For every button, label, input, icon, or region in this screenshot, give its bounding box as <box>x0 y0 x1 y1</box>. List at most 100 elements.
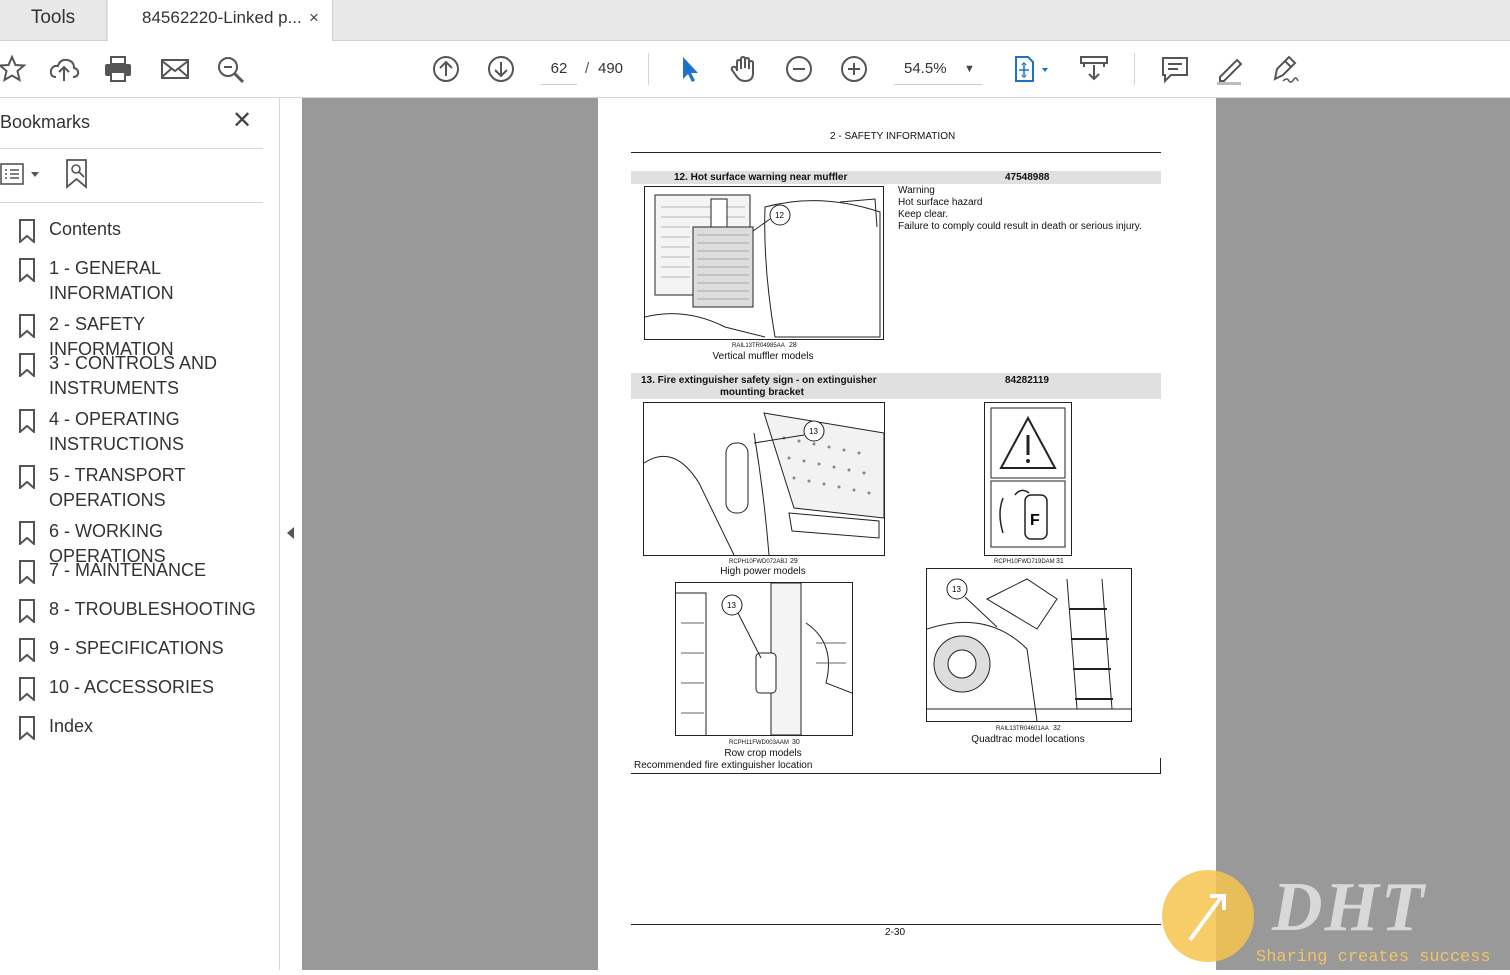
figure-31-code: RCPH10FWD719DAM <box>994 559 1055 565</box>
figure-30-number: 30 <box>792 739 800 746</box>
fire-extinguisher-sign-illustration: F <box>984 402 1072 556</box>
previous-page-icon[interactable] <box>428 51 464 87</box>
watermark-tagline: Sharing creates success <box>1256 948 1491 967</box>
section-12-warning: Warning Hot surface hazard Keep clear. F… <box>898 185 1142 233</box>
bookmark-icon <box>18 314 36 340</box>
quadtrac-illustration: 13 <box>926 568 1132 722</box>
bookmark-icon <box>18 219 36 245</box>
warning-line: Failure to comply could result in death … <box>898 221 1142 232</box>
divider <box>0 148 263 149</box>
add-bookmark-icon[interactable] <box>64 158 92 190</box>
figure-29-number: 29 <box>790 558 798 565</box>
next-page-icon[interactable] <box>483 51 519 87</box>
figure-32-caption: Quadtrac model locations <box>971 734 1085 745</box>
bookmark-icon <box>18 521 36 547</box>
figure-28-number: 28 <box>789 342 797 349</box>
callout-13: 13 <box>952 585 961 594</box>
zoom-in-icon[interactable] <box>836 51 872 87</box>
tab-close-icon[interactable]: × <box>309 0 319 36</box>
figure-29-code: RCPH10FWD072ABJ <box>729 559 788 565</box>
tab-tools[interactable]: Tools <box>0 0 107 40</box>
bookmark-icon <box>18 409 36 435</box>
warning-line: Hot surface hazard <box>898 197 983 208</box>
tab-bar: Tools 84562220-Linked p... × <box>0 0 1510 41</box>
tab-document[interactable]: 84562220-Linked p... × <box>108 0 333 41</box>
scrolling-mode-icon[interactable] <box>1076 51 1112 87</box>
bookmark-label: 10 - ACCESSORIES <box>49 677 215 697</box>
close-icon[interactable]: ✕ <box>232 106 252 135</box>
figure-30-caption: Row crop models <box>724 748 802 759</box>
footer-rule <box>631 924 1161 925</box>
bookmark-label: Index <box>49 716 94 736</box>
warning-line: Warning <box>898 185 935 196</box>
bookmark-icon <box>18 677 36 703</box>
warning-line: Keep clear. <box>898 209 949 220</box>
bookmark-icon <box>18 560 36 586</box>
bookmark-icon <box>18 258 36 284</box>
mail-icon[interactable] <box>157 51 193 87</box>
zoom-search-icon[interactable] <box>212 51 248 87</box>
section-13-title-line1: 13. Fire extinguisher safety sign - on e… <box>641 375 877 386</box>
bookmark-options-icon[interactable] <box>0 162 44 188</box>
collapse-panel-icon[interactable] <box>282 523 300 543</box>
figure-32-code: RAIL13TR04601AA <box>996 726 1049 732</box>
bookmarks-panel: Bookmarks ✕ Contents 1 - GENERAL INFORMA… <box>0 98 280 970</box>
bookmark-label: Contents <box>49 219 122 239</box>
figure-30-code: RCPH11FWD003AAM <box>729 740 789 746</box>
toolbar-divider <box>648 53 649 85</box>
bookmark-icon <box>18 599 36 625</box>
select-cursor-icon[interactable] <box>671 51 707 87</box>
figure-32-number: 32 <box>1053 725 1061 732</box>
bookmark-label: 9 - SPECIFICATIONS <box>49 638 224 658</box>
print-icon[interactable] <box>100 51 136 87</box>
highlight-pen-icon[interactable] <box>1212 51 1248 87</box>
callout-13: 13 <box>727 601 736 610</box>
toolbar: 62 / 490 54.5% ▼ <box>0 41 1510 98</box>
bookmark-label: 7 - MAINTENANCE <box>49 560 207 580</box>
divider <box>0 202 263 203</box>
page-total: 490 <box>598 60 624 77</box>
star-icon[interactable] <box>0 51 30 87</box>
section-12-part-number: 47548988 <box>1005 172 1050 183</box>
zoom-out-icon[interactable] <box>781 51 817 87</box>
figure-28-caption: Vertical muffler models <box>712 351 814 362</box>
bookmark-label: 8 - TROUBLESHOOTING <box>49 599 256 619</box>
hand-tool-icon[interactable] <box>726 51 762 87</box>
page-number-input[interactable]: 62 <box>541 54 577 85</box>
bookmark-label: 3 - CONTROLS AND INSTRUMENTS <box>49 353 218 398</box>
callout-12: 12 <box>775 211 784 220</box>
sign-icon[interactable] <box>1267 51 1303 87</box>
watermark-brand: DHT <box>1272 869 1426 946</box>
figure-28-code: RAIL13TR04985AA <box>732 343 785 349</box>
fit-page-icon[interactable] <box>1006 51 1054 87</box>
section-13-part-number: 84282119 <box>1005 375 1049 386</box>
zoom-level-value: 54.5% <box>904 60 947 77</box>
page-header: 2 - SAFETY INFORMATION <box>830 131 956 142</box>
section-rule <box>631 773 1161 774</box>
zoom-level-select[interactable]: 54.5% ▼ <box>894 54 982 85</box>
high-power-illustration: 13 <box>643 402 885 556</box>
bookmark-icon <box>18 716 36 742</box>
header-rule <box>631 152 1161 153</box>
chevron-down-icon: ▼ <box>964 63 975 75</box>
page-number: 2-30 <box>885 927 906 938</box>
figure-31-number: 31 <box>1056 558 1064 565</box>
cloud-upload-icon[interactable] <box>46 51 82 87</box>
row-crop-illustration: 13 <box>675 582 853 736</box>
bookmark-icon <box>18 638 36 664</box>
bookmark-label: 5 - TRANSPORT OPERATIONS <box>49 465 186 510</box>
bookmark-label: 1 - GENERAL INFORMATION <box>49 258 174 303</box>
bookmark-label: 4 - OPERATING INSTRUCTIONS <box>49 409 184 454</box>
page-separator: / <box>585 60 590 77</box>
bookmark-icon <box>18 353 36 379</box>
bookmark-icon <box>18 465 36 491</box>
comment-icon[interactable] <box>1157 51 1193 87</box>
section-13-title-line2: mounting bracket <box>720 387 804 398</box>
section-13-note: Recommended fire extinguisher location <box>634 760 813 771</box>
watermark: DHT Sharing creates success <box>1160 868 1510 970</box>
callout-13: 13 <box>809 427 818 436</box>
svg-text:F: F <box>1030 512 1040 529</box>
section-rule-end <box>1160 758 1161 774</box>
toolbar-divider <box>1134 53 1135 85</box>
tab-document-label: 84562220-Linked p... <box>142 8 302 27</box>
